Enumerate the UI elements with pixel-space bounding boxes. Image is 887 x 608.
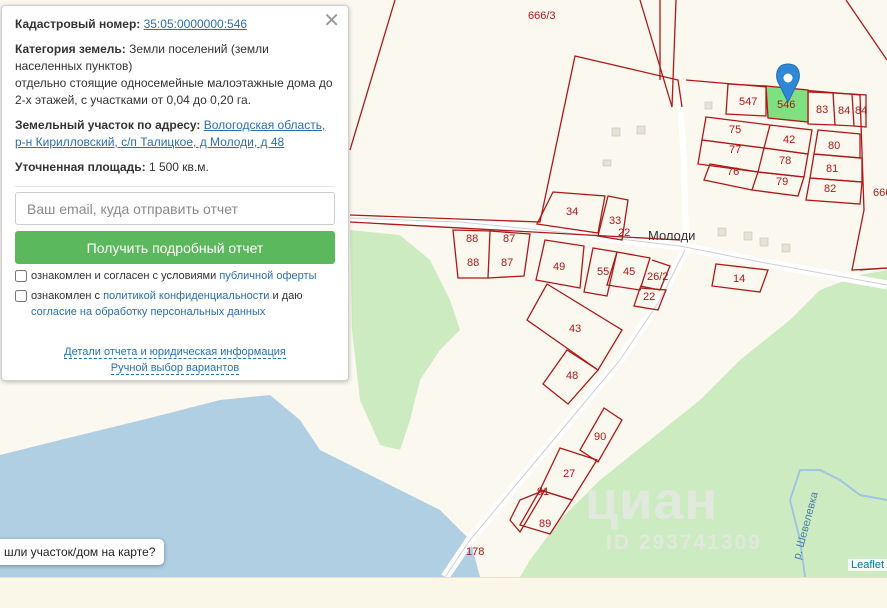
email-input[interactable]: [15, 192, 335, 225]
category-label: Категория земель:: [15, 42, 126, 56]
address-row: Земельный участок по адресу: Вологодская…: [15, 117, 335, 151]
plot-label: 14: [733, 273, 745, 285]
plot-label: 45: [623, 266, 635, 278]
plot-label: 22: [618, 227, 630, 239]
plot-label: 42: [783, 134, 795, 146]
plot-label: 81: [826, 163, 838, 175]
offer-link[interactable]: публичной оферты: [219, 270, 316, 282]
privacy-consent: ознакомлен с политикой конфиденциальност…: [15, 288, 335, 320]
privacy-consent-mid: и даю: [269, 290, 303, 302]
leaflet-attribution[interactable]: Leaflet: [847, 559, 887, 571]
privacy-consent-checkbox[interactable]: [15, 290, 27, 302]
place-name: Молоди: [648, 228, 695, 243]
plot-label: 77: [729, 144, 741, 156]
area-row: Уточненная площадь: 1 500 кв.м.: [15, 159, 335, 176]
cadastral-label: Кадастровый номер:: [15, 17, 141, 31]
plot-label: 34: [566, 206, 578, 218]
popup-footer-links: Детали отчета и юридическая информация Р…: [15, 344, 335, 376]
plot-label: 84: [838, 105, 850, 117]
plot-label: 83: [816, 104, 828, 116]
report-details-link[interactable]: Детали отчета и юридическая информация: [64, 346, 286, 359]
privacy-policy-link[interactable]: политикой конфиденциальности: [103, 290, 269, 302]
ask-bubble[interactable]: шли участок/дом на карте?: [0, 539, 165, 565]
plot-label: 26/2: [647, 271, 668, 283]
privacy-consent-text: ознакомлен с: [31, 290, 104, 302]
plot-info-popup: ✕ Кадастровый номер: 35:05:0000000:546 К…: [1, 5, 349, 381]
plot-label: 546: [777, 99, 795, 111]
cadastral-number-link[interactable]: 35:05:0000000:546: [144, 17, 247, 31]
offer-consent: ознакомлен и согласен с условиями публич…: [15, 268, 335, 284]
data-processing-link[interactable]: согласие на обработку персональных данны…: [31, 306, 265, 318]
plot-label: 76: [727, 166, 739, 178]
plot-label: 49: [553, 261, 565, 273]
plot-label: 91: [537, 486, 549, 498]
plot-label: 80: [828, 140, 840, 152]
plot-label: 75: [729, 124, 741, 136]
plot-label: 89: [539, 518, 551, 530]
plot-label: 82: [824, 183, 836, 195]
plot-label: 90: [594, 431, 606, 443]
area-value: 1 500 кв.м.: [148, 160, 209, 174]
plot-label: 27: [563, 468, 575, 480]
plot-label: 666/3: [528, 10, 556, 22]
plot-label: 22: [643, 291, 655, 303]
manual-selection-link[interactable]: Ручной выбор вариантов: [110, 362, 240, 375]
address-label: Земельный участок по адресу:: [15, 118, 201, 132]
plot-label: 79: [776, 176, 788, 188]
plot-label: 87: [501, 257, 513, 269]
watermark-id: ID 293741309: [606, 531, 762, 554]
close-icon[interactable]: ✕: [323, 11, 340, 31]
area-label: Уточненная площадь:: [15, 160, 146, 174]
bottom-bar: [0, 577, 887, 608]
plot-label: 547: [739, 96, 757, 108]
plot-label: 87: [503, 233, 515, 245]
plot-label: 33: [609, 215, 621, 227]
usage-text: отдельно стоящие односемейные малоэтажны…: [15, 76, 333, 107]
plot-label: 84: [855, 105, 867, 117]
get-report-button[interactable]: Получить подробный отчет: [15, 231, 335, 264]
plot-label: 78: [779, 155, 791, 167]
offer-consent-text: ознакомлен и согласен с условиями: [31, 270, 220, 282]
plot-label: 666: [873, 187, 887, 199]
category-row: Категория земель: Земли поселений (земли…: [15, 41, 335, 109]
offer-consent-checkbox[interactable]: [15, 270, 27, 282]
cadastral-row: Кадастровый номер: 35:05:0000000:546: [15, 16, 335, 33]
plot-label: 88: [467, 257, 479, 269]
plot-label: 43: [569, 323, 581, 335]
watermark-brand: циан: [585, 471, 719, 531]
divider: [15, 186, 335, 187]
plot-label: 48: [566, 370, 578, 382]
plot-label: 55: [597, 266, 609, 278]
plot-label: 88: [466, 233, 478, 245]
road-number: 178: [466, 546, 484, 558]
